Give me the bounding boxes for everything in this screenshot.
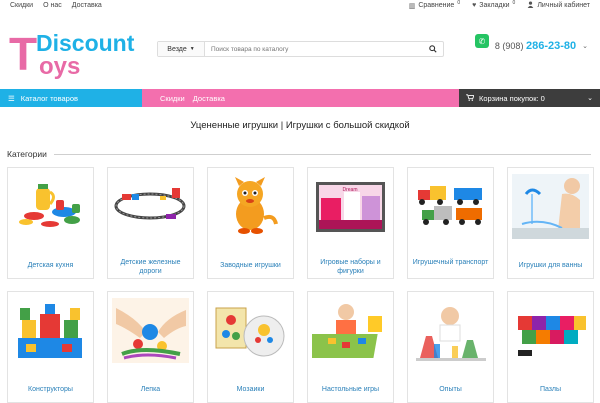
divider	[53, 153, 591, 155]
phone-prefix: 8 (908)	[494, 41, 524, 51]
search-scope-select[interactable]: Везде ▼	[158, 42, 205, 56]
category-name[interactable]: Игрушки для ванны	[510, 261, 591, 270]
search-icon	[429, 45, 437, 53]
category-card[interactable]: Опыты	[407, 291, 494, 403]
phone-main: 286-23-80	[525, 40, 577, 52]
phone-number[interactable]: 8 (908) 286-23-80	[495, 40, 576, 52]
chevron-down-icon: ▼	[189, 46, 195, 52]
category-card[interactable]: Детские железные дороги	[107, 167, 194, 279]
search-button[interactable]	[423, 45, 443, 53]
category-image-constructors	[18, 304, 82, 358]
cabinet-label: Личный кабинет	[537, 2, 590, 9]
category-grid: Детская кухня Детские железные дороги За…	[7, 167, 594, 403]
main-nav: ☰ Каталог товаров Скидки Доставка Корзин…	[0, 89, 600, 107]
logo-word-oys: oys	[39, 53, 81, 80]
svg-text:Dream: Dream	[342, 187, 357, 193]
category-image-railway	[114, 188, 186, 220]
category-image-boardgames	[312, 304, 382, 358]
header: T Discount oys Везде ▼ ✆ 8 (908) 286-23-…	[0, 11, 600, 89]
top-link-delivery[interactable]: Доставка	[72, 2, 102, 9]
logo-letter: T	[9, 28, 38, 80]
bookmarks-count: 0	[512, 0, 516, 6]
compare-link[interactable]: ▥ Сравнение 0	[408, 0, 461, 10]
search-scope-value: Везде	[167, 45, 187, 53]
top-link-about[interactable]: О нас	[43, 2, 62, 9]
category-image-bath	[512, 174, 589, 239]
catalog-label: Каталог товаров	[20, 93, 79, 103]
bookmarks-label: Закладки	[479, 2, 510, 9]
cart-label: Корзина покупок: 0	[479, 93, 545, 103]
menu-icon: ☰	[8, 93, 15, 103]
bookmarks-link[interactable]: ♥ Закладки 0	[472, 0, 516, 9]
category-card[interactable]: Dream Игровые наборы и фигурки	[307, 167, 394, 279]
category-card[interactable]: Игрушки для ванны	[507, 167, 594, 279]
category-image-kitchen	[19, 184, 80, 227]
category-card[interactable]: Настольные игры	[307, 291, 394, 403]
category-name[interactable]: Заводные игрушки	[210, 261, 291, 270]
top-links: Скидки О нас Доставка	[10, 2, 102, 9]
category-name[interactable]: Детская кухня	[10, 261, 91, 270]
category-card[interactable]: Заводные игрушки	[207, 167, 294, 279]
category-image-modelling	[112, 298, 189, 363]
catalog-menu-button[interactable]: ☰ Каталог товаров	[0, 89, 142, 107]
site-logo[interactable]: T Discount oys	[9, 25, 149, 85]
category-image-puzzles	[518, 316, 586, 356]
chevron-down-icon[interactable]: ⌄	[582, 42, 588, 50]
cart-button[interactable]: Корзина покупок: 0 ⌄	[459, 89, 600, 107]
category-name[interactable]: Игровые наборы и фигурки	[310, 258, 391, 276]
bar-chart-icon: ▥	[408, 2, 416, 10]
phone-block: ✆ 8 (908) 286-23-80 ⌄	[474, 34, 588, 53]
category-name[interactable]: Игрушечный транспорт	[410, 258, 491, 267]
category-image-experiments	[416, 307, 486, 361]
category-image-playsets: Dream	[316, 182, 385, 232]
category-name[interactable]: Детские железные дороги	[110, 258, 191, 276]
categories-title: Категории	[7, 149, 47, 159]
nav-link-delivery[interactable]: Доставка	[193, 94, 225, 103]
category-image-vehicles	[418, 186, 482, 225]
category-card[interactable]: Детская кухня	[7, 167, 94, 279]
category-card[interactable]: Пазлы	[507, 291, 594, 403]
top-right-links: ▥ Сравнение 0 ♥ Закладки 0 Личный кабинет	[408, 0, 590, 10]
search-input[interactable]	[205, 42, 423, 56]
cabinet-link[interactable]: Личный кабинет	[527, 1, 590, 10]
category-image-mosaics	[215, 307, 285, 357]
chevron-down-icon: ⌄	[587, 95, 593, 102]
compare-count: 0	[457, 0, 461, 6]
category-card[interactable]: Мозаики	[207, 291, 294, 403]
top-link-discounts[interactable]: Скидки	[10, 2, 33, 9]
category-card[interactable]: Игрушечный транспорт	[407, 167, 494, 279]
categories-heading: Категории	[7, 149, 591, 159]
heart-icon: ♥	[472, 2, 477, 9]
nav-links: Скидки Доставка	[142, 89, 459, 107]
search-bar: Везде ▼	[157, 41, 444, 57]
compare-label: Сравнение	[418, 2, 455, 9]
logo-word-discount: Discount	[36, 30, 135, 56]
category-image-windup	[235, 177, 278, 234]
nav-link-discounts[interactable]: Скидки	[160, 94, 185, 103]
top-bar: Скидки О нас Доставка ▥ Сравнение 0 ♥ Зак…	[0, 0, 600, 11]
page-title: Уцененные игрушки | Игрушки с большой ск…	[190, 120, 410, 131]
category-card[interactable]: Конструкторы	[7, 291, 94, 403]
category-card[interactable]: Лепка	[107, 291, 194, 403]
whatsapp-icon[interactable]: ✆	[474, 34, 489, 48]
cart-icon	[466, 93, 475, 103]
user-icon	[527, 1, 534, 10]
